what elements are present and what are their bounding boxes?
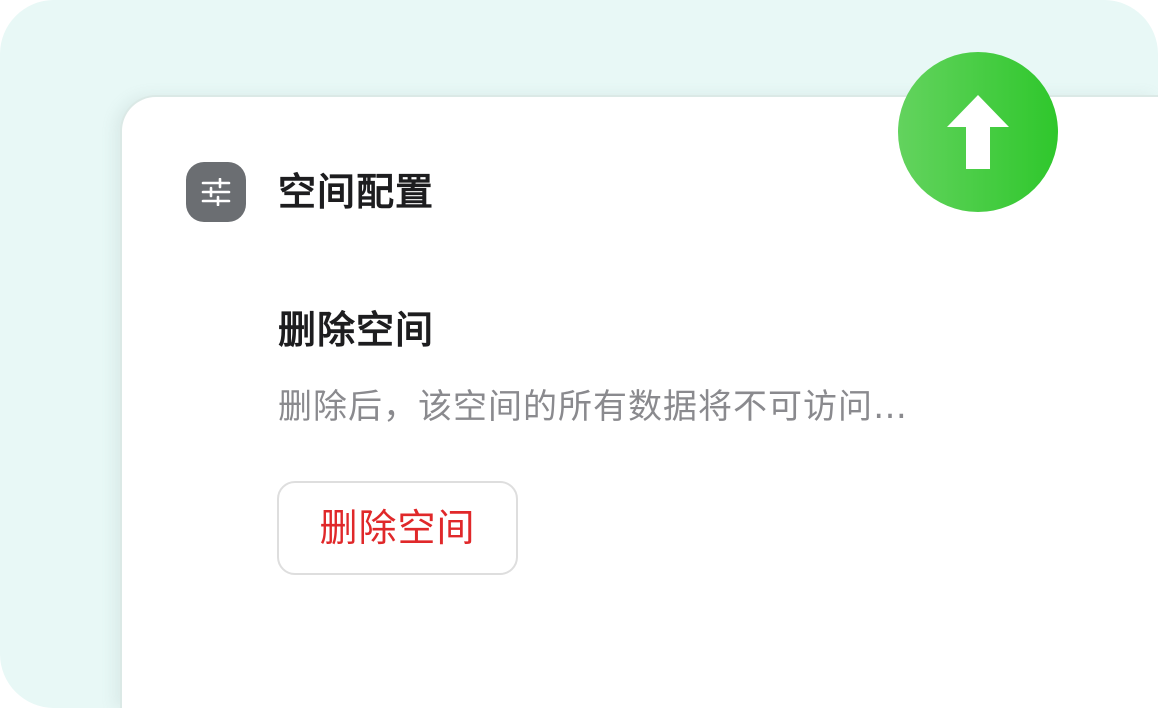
delete-space-title: 删除空间 xyxy=(278,308,435,352)
upload-button[interactable] xyxy=(898,52,1058,212)
section-title: 空间配置 xyxy=(278,170,435,214)
arrow-up-icon xyxy=(947,95,1009,169)
delete-space-description: 删除后，该空间的所有数据将不可访问… xyxy=(278,387,908,427)
sliders-icon xyxy=(186,162,246,222)
delete-space-button[interactable]: 删除空间 xyxy=(277,481,518,575)
